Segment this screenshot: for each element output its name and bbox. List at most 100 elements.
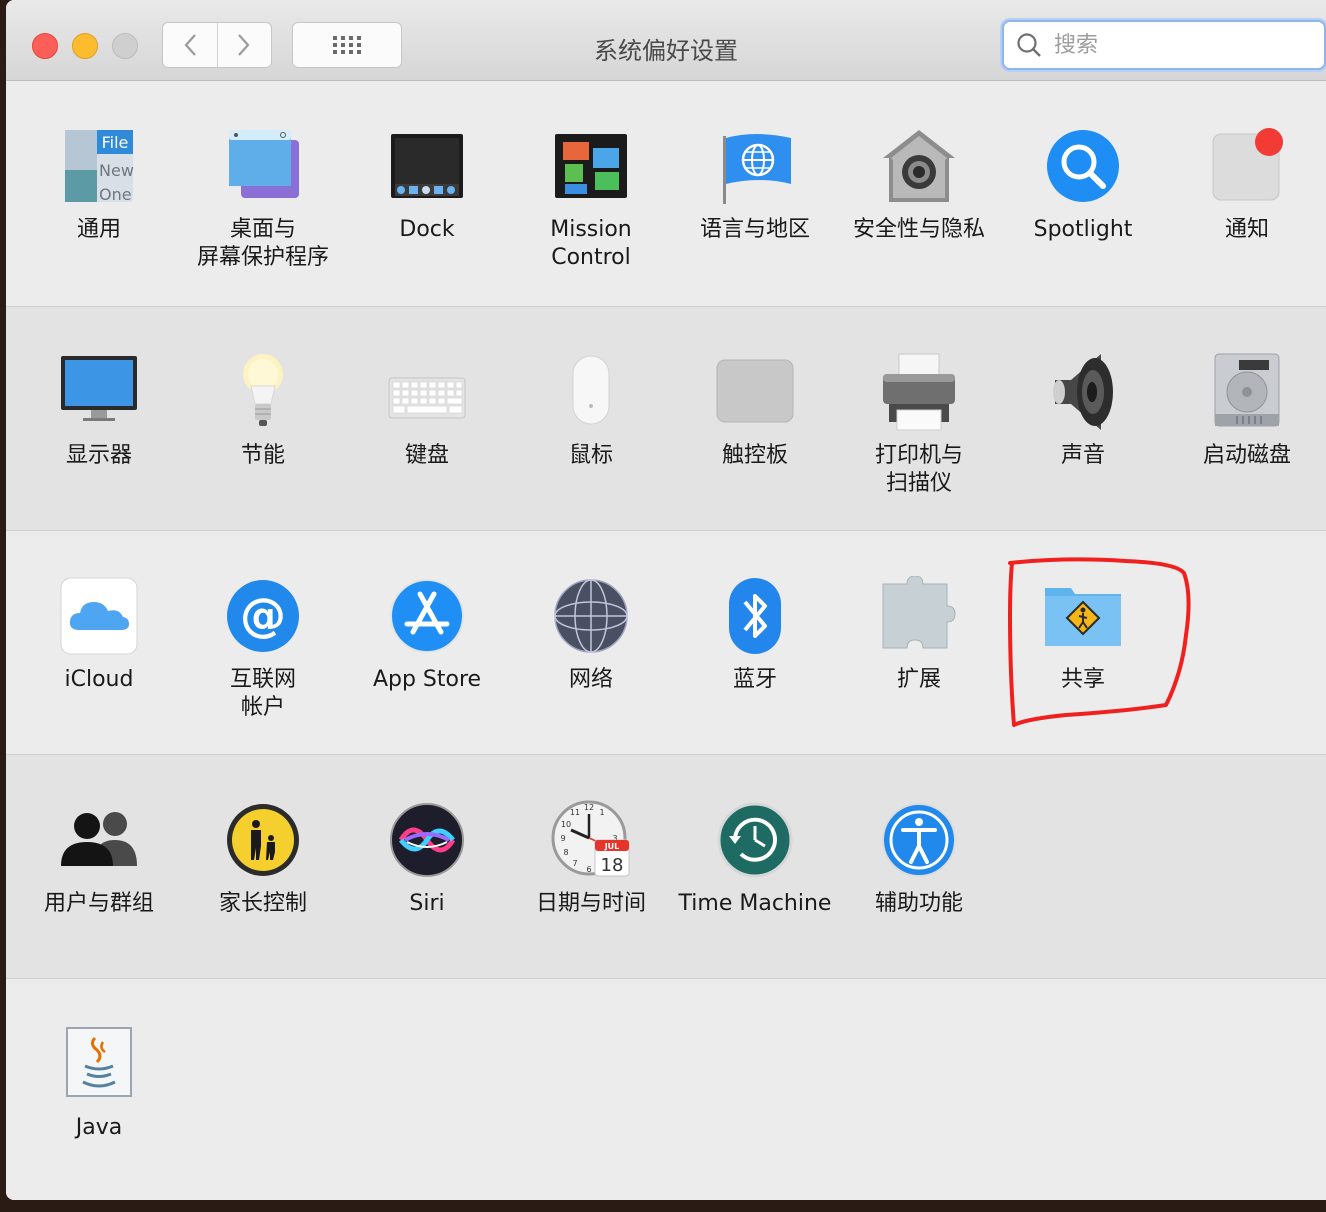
trackpad-icon	[715, 352, 795, 432]
pref-label: 扩展	[896, 667, 941, 692]
pref-app-store[interactable]: App Store	[345, 576, 509, 694]
pref-java[interactable]: Java	[17, 1024, 181, 1142]
at-sign-icon: @	[223, 576, 303, 656]
pref-network[interactable]: 网络	[509, 576, 673, 694]
users-icon	[59, 800, 139, 880]
pref-label: 语言与地区	[699, 217, 810, 242]
pref-label: 打印机与 扫描仪	[874, 443, 963, 496]
pref-general[interactable]: File New One 通用	[17, 126, 181, 244]
svg-text:7: 7	[572, 859, 577, 868]
svg-text:@: @	[240, 588, 286, 642]
lightbulb-icon	[223, 352, 303, 432]
printer-icon	[879, 352, 959, 432]
search-input[interactable]	[1052, 31, 1296, 59]
pref-label: iCloud	[64, 667, 134, 692]
puzzle-icon	[879, 575, 959, 656]
pref-internet-accounts[interactable]: @ 互联网 帐户	[181, 576, 345, 722]
pref-date-time[interactable]: 12 3 6 9 11 10 1 87 JUL 18 日期与时间	[509, 800, 673, 918]
mouse-icon	[551, 352, 631, 432]
pref-security-privacy[interactable]: 安全性与隐私	[837, 126, 1001, 244]
svg-text:New: New	[99, 161, 134, 180]
calendar-month: JUL	[604, 842, 620, 851]
magnifier-icon	[1043, 126, 1123, 206]
pref-label: Spotlight	[1033, 217, 1133, 242]
pref-accessibility[interactable]: 辅助功能	[837, 800, 1001, 918]
pref-label: 互联网 帐户	[229, 667, 296, 720]
network-globe-icon	[551, 576, 631, 656]
pref-bluetooth[interactable]: 蓝牙	[673, 576, 837, 694]
svg-text:One: One	[99, 185, 132, 204]
search-field[interactable]	[1002, 20, 1326, 70]
pref-notifications[interactable]: 通知	[1165, 126, 1326, 244]
red-highlight-annotation	[1008, 557, 1191, 727]
pref-label: 辅助功能	[874, 891, 963, 916]
svg-text:File: File	[102, 133, 129, 152]
pref-language-region[interactable]: 语言与地区	[673, 126, 837, 244]
notification-icon	[1207, 126, 1287, 206]
pref-siri[interactable]: Siri	[345, 800, 509, 918]
pref-label: 触控板	[721, 443, 788, 468]
pref-displays[interactable]: 显示器	[17, 352, 181, 470]
pref-energy-saver[interactable]: 节能	[181, 352, 345, 470]
svg-text:6: 6	[586, 865, 591, 874]
pref-label: 声音	[1060, 443, 1105, 468]
pref-users-groups[interactable]: 用户与群组	[17, 800, 181, 918]
bluetooth-icon	[715, 576, 795, 656]
pref-label: 鼠标	[568, 443, 613, 468]
pref-label: 显示器	[65, 443, 132, 468]
pref-sound[interactable]: 声音	[1001, 352, 1165, 470]
house-safe-icon	[879, 126, 959, 206]
section-system: 用户与群组 家长控制 Siri 12 3 6 9 11 10 1 8 7 JUL…	[6, 755, 1326, 979]
pref-label: Java	[75, 1115, 123, 1140]
general-icon: File New One	[59, 126, 139, 206]
svg-text:1: 1	[599, 808, 604, 817]
pref-keyboard[interactable]: 键盘	[345, 352, 509, 470]
svg-text:11: 11	[570, 808, 580, 817]
mission-control-icon	[551, 126, 631, 206]
desktop-icon	[223, 126, 303, 206]
pref-label: Siri	[409, 891, 445, 916]
pref-icloud[interactable]: iCloud	[17, 576, 181, 694]
pref-label: App Store	[372, 667, 482, 692]
pref-trackpad[interactable]: 触控板	[673, 352, 837, 470]
pref-time-machine[interactable]: Time Machine	[673, 800, 837, 918]
pref-printers-scanners[interactable]: 打印机与 扫描仪	[837, 352, 1001, 498]
cloud-icon	[59, 576, 139, 656]
calendar-day: 18	[601, 855, 624, 876]
pref-desktop-screensaver[interactable]: 桌面与 屏幕保护程序	[181, 126, 345, 272]
hard-disk-icon	[1207, 352, 1287, 432]
monitor-icon	[59, 352, 139, 432]
pref-label: Time Machine	[678, 891, 832, 916]
pref-label: 用户与群组	[43, 891, 154, 916]
pref-label: 蓝牙	[732, 667, 777, 692]
pref-startup-disk[interactable]: 启动磁盘	[1165, 352, 1326, 470]
pref-spotlight[interactable]: Spotlight	[1001, 126, 1165, 244]
pref-extensions[interactable]: 扩展	[837, 575, 1001, 694]
search-icon	[1017, 33, 1041, 57]
section-personal: File New One 通用 桌面与 屏幕保护程序 Dock Mission …	[6, 81, 1326, 307]
pref-label: 通知	[1224, 217, 1269, 242]
clock-calendar-icon: 12 3 6 9 11 10 1 87 JUL 18	[551, 800, 631, 880]
pref-label: 安全性与隐私	[852, 217, 985, 242]
pref-label: 通用	[76, 217, 121, 242]
siri-icon	[387, 800, 467, 880]
pref-mouse[interactable]: 鼠标	[509, 352, 673, 470]
dock-icon	[387, 126, 467, 206]
parental-icon	[223, 800, 303, 880]
pref-label: 节能	[240, 443, 285, 468]
system-preferences-window: 系统偏好设置 File New One 通用	[6, 0, 1326, 1200]
svg-text:12: 12	[584, 803, 594, 812]
pref-label: 启动磁盘	[1202, 443, 1291, 468]
pref-dock[interactable]: Dock	[345, 126, 509, 244]
pref-mission-control[interactable]: Mission Control	[509, 126, 673, 272]
pref-label: Dock	[399, 217, 455, 242]
java-icon	[59, 1024, 139, 1104]
pref-parental-controls[interactable]: 家长控制	[181, 800, 345, 918]
pref-label: 桌面与 屏幕保护程序	[196, 217, 329, 270]
svg-text:8: 8	[563, 848, 568, 857]
section-hardware: 显示器 节能 键盘 鼠标 触控板 打印机与 扫描仪 声音 启动磁盘	[6, 307, 1326, 531]
section-other: Java	[6, 979, 1326, 1200]
svg-text:9: 9	[560, 834, 565, 843]
svg-text:10: 10	[561, 820, 571, 829]
keyboard-icon	[387, 352, 467, 432]
